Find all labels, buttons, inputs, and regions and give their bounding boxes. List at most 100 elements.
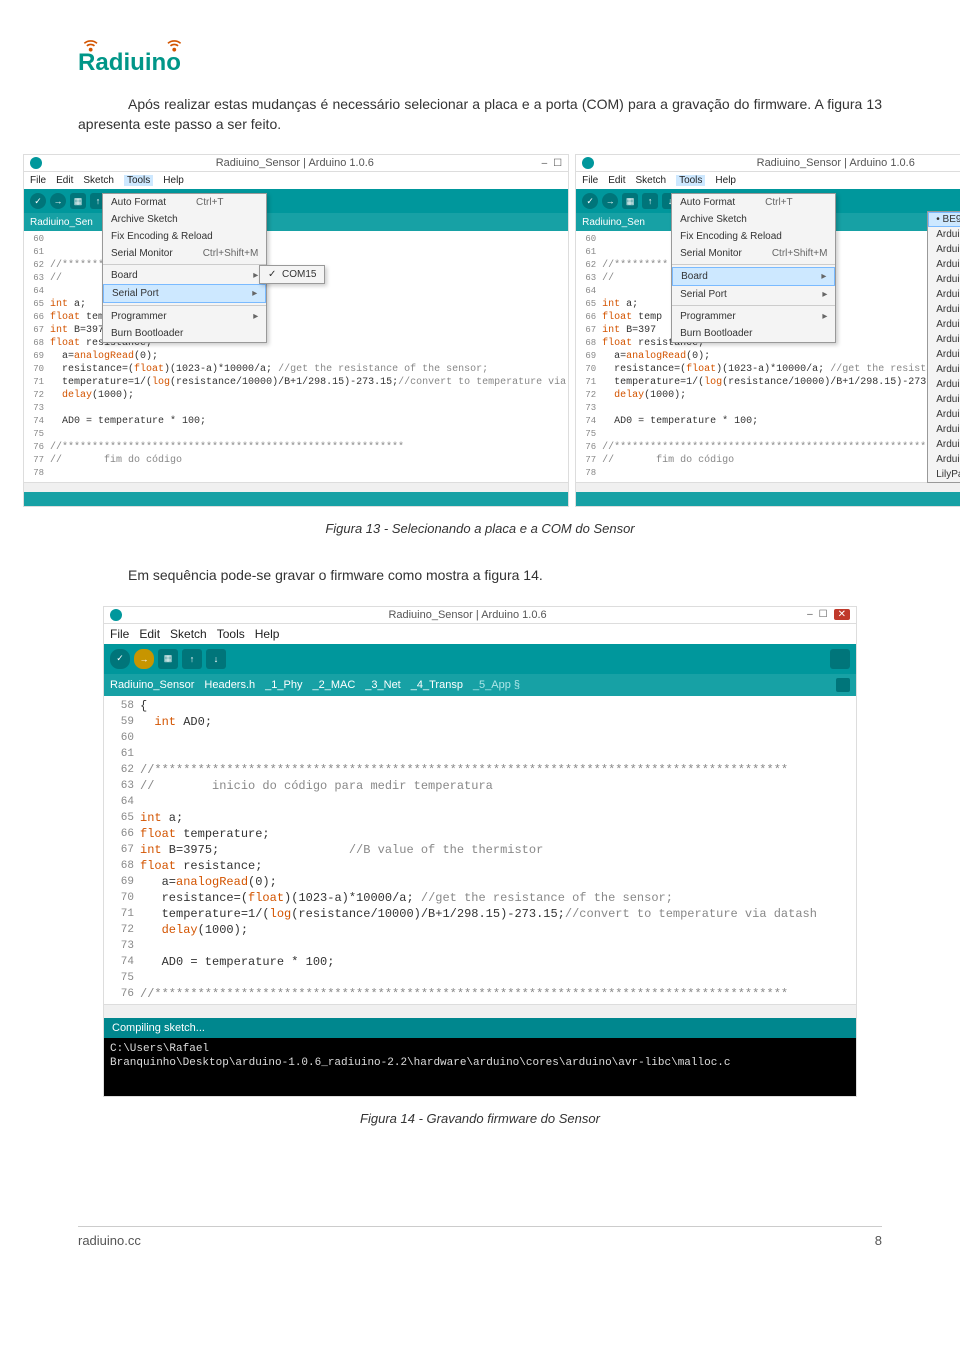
menu-serial[interactable]: Serial MonitorCtrl+Shift+M: [103, 245, 266, 262]
board-item[interactable]: Arduino Mini w/ ATmega328: [928, 377, 960, 392]
ide-right: Radiuino_Sensor | Arduino 1.0.6–☐✕ File …: [575, 154, 960, 507]
tab-headers[interactable]: Headers.h: [204, 679, 255, 691]
close-icon[interactable]: ✕: [834, 609, 850, 620]
menu-file[interactable]: File: [582, 175, 598, 186]
tab-main[interactable]: Radiuino_Sen: [30, 217, 93, 228]
console: C:\Users\RafaelBranquinho\Desktop\arduin…: [104, 1038, 856, 1096]
board-item[interactable]: Arduino Mega 2560 or Mega ADK: [928, 302, 960, 317]
verify-button[interactable]: ✓: [30, 193, 46, 209]
menu-board[interactable]: Board: [103, 267, 266, 284]
h-scrollbar[interactable]: [576, 482, 960, 492]
menu-tools[interactable]: Tools: [217, 627, 245, 641]
menu-archive[interactable]: Archive Sketch: [672, 211, 835, 228]
board-item[interactable]: Arduino Mega (ATmega1280): [928, 317, 960, 332]
com-submenu: ✓COM15: [259, 265, 325, 284]
h-scrollbar[interactable]: [24, 482, 568, 492]
board-item[interactable]: Arduino Mini w/ ATmega168: [928, 392, 960, 407]
tab-phy[interactable]: _1_Phy: [265, 679, 302, 691]
board-item[interactable]: Arduino Duemilanove w/ ATmega328: [928, 242, 960, 257]
footer-page: 8: [875, 1233, 882, 1248]
com-item[interactable]: ✓COM15: [260, 266, 324, 283]
board-item[interactable]: Arduino BT w/ ATmega168: [928, 452, 960, 467]
board-item[interactable]: Arduino BT w/ ATmega328: [928, 437, 960, 452]
paragraph-1: Após realizar estas mudanças é necessári…: [78, 95, 882, 134]
menubar: File Edit Sketch Tools Help: [576, 172, 960, 189]
board-item[interactable]: Arduino Nano w/ ATmega168: [928, 287, 960, 302]
menu-serial[interactable]: Serial MonitorCtrl+Shift+M: [672, 245, 835, 262]
serialmon-button[interactable]: [830, 649, 850, 669]
menu-archive[interactable]: Archive Sketch: [103, 211, 266, 228]
new-button[interactable]: ▦: [622, 193, 638, 209]
menu-board[interactable]: Board: [672, 267, 835, 286]
toolbar: ✓ → ▦ ↑ ↓: [104, 644, 856, 674]
menu-burn[interactable]: Burn Bootloader: [672, 325, 835, 342]
menu-serialport[interactable]: Serial Port: [672, 286, 835, 303]
menu-edit[interactable]: Edit: [139, 627, 160, 641]
figure-14: Radiuino_Sensor | Arduino 1.0.6–☐✕ File …: [103, 606, 857, 1097]
upload-button[interactable]: →: [602, 193, 618, 209]
upload-button[interactable]: →: [50, 193, 66, 209]
menu-help[interactable]: Help: [163, 175, 184, 186]
open-button[interactable]: ↑: [642, 193, 658, 209]
tab-dropdown-icon[interactable]: [836, 678, 850, 692]
menu-programmer[interactable]: Programmer: [103, 308, 266, 325]
menu-sketch[interactable]: Sketch: [83, 175, 114, 186]
figure-14-caption: Figura 14 - Gravando firmware do Sensor: [78, 1111, 882, 1126]
board-item[interactable]: Arduino Diecimila or Duemilanove w/ ATme…: [928, 257, 960, 272]
new-button[interactable]: ▦: [158, 649, 178, 669]
menu-fix[interactable]: Fix Encoding & Reload: [672, 228, 835, 245]
tab-mac[interactable]: _2_MAC: [312, 679, 355, 691]
menu-autoformat[interactable]: Auto FormatCtrl+T: [103, 194, 266, 211]
ide-left: Radiuino_Sensor | Arduino 1.0.6–☐ File E…: [23, 154, 569, 507]
minimize-icon[interactable]: –: [542, 158, 548, 169]
upload-button[interactable]: →: [134, 649, 154, 669]
menu-tools[interactable]: Tools: [676, 175, 705, 186]
board-item[interactable]: Arduino Esplora: [928, 347, 960, 362]
board-item[interactable]: Arduino Fio: [928, 422, 960, 437]
tabbar: Radiuino_Sensor Headers.h _1_Phy _2_MAC …: [104, 674, 856, 696]
menu-tools[interactable]: Tools: [124, 175, 153, 186]
board-item[interactable]: Arduino Micro: [928, 362, 960, 377]
menu-help[interactable]: Help: [715, 175, 736, 186]
save-button[interactable]: ↓: [206, 649, 226, 669]
paragraph-2: Em sequência pode-se gravar o firmware c…: [78, 566, 882, 586]
board-item[interactable]: Arduino Nano w/ ATmega328: [928, 272, 960, 287]
verify-button[interactable]: ✓: [582, 193, 598, 209]
menu-serialport[interactable]: Serial Port: [103, 284, 266, 303]
h-scrollbar[interactable]: [104, 1004, 856, 1018]
menu-sketch[interactable]: Sketch: [170, 627, 207, 641]
minimize-icon[interactable]: –: [807, 609, 813, 620]
code-area[interactable]: 58 59 60 61 62 63 64 65 66 67 68 69 70 7…: [104, 696, 856, 1004]
board-item[interactable]: LilyPad Arduino USB: [928, 467, 960, 482]
maximize-icon[interactable]: ☐: [819, 609, 828, 620]
window-title: Radiuino_Sensor | Arduino 1.0.6: [48, 157, 542, 169]
open-button[interactable]: ↑: [182, 649, 202, 669]
menu-sketch[interactable]: Sketch: [635, 175, 666, 186]
new-button[interactable]: ▦: [70, 193, 86, 209]
tools-dropdown: Auto FormatCtrl+T Archive Sketch Fix Enc…: [102, 193, 267, 343]
board-submenu: • BE900 (3.3V, 8 MHz) w/ ATmega328Arduin…: [927, 211, 960, 483]
board-item[interactable]: Arduino Uno: [928, 227, 960, 242]
board-item[interactable]: • BE900 (3.3V, 8 MHz) w/ ATmega328: [928, 212, 960, 227]
tab-net[interactable]: _3_Net: [365, 679, 400, 691]
menu-fix[interactable]: Fix Encoding & Reload: [103, 228, 266, 245]
menu-help[interactable]: Help: [255, 627, 280, 641]
tab-app[interactable]: _5_App §: [473, 679, 520, 691]
logo: Radiuino: [78, 35, 882, 80]
menu-programmer[interactable]: Programmer: [672, 308, 835, 325]
maximize-icon[interactable]: ☐: [553, 158, 562, 169]
menu-file[interactable]: File: [30, 175, 46, 186]
board-item[interactable]: Arduino Leonardo: [928, 332, 960, 347]
menu-burn[interactable]: Burn Bootloader: [103, 325, 266, 342]
menu-autoformat[interactable]: Auto FormatCtrl+T: [672, 194, 835, 211]
verify-button[interactable]: ✓: [110, 649, 130, 669]
menu-file[interactable]: File: [110, 627, 129, 641]
window-title: Radiuino_Sensor | Arduino 1.0.6: [600, 157, 960, 169]
menu-edit[interactable]: Edit: [56, 175, 73, 186]
app-icon: [110, 609, 122, 621]
tab-main[interactable]: Radiuino_Sensor: [110, 679, 194, 691]
tab-main[interactable]: Radiuino_Sen: [582, 217, 645, 228]
board-item[interactable]: Arduino Ethernet: [928, 407, 960, 422]
tab-transp[interactable]: _4_Transp: [411, 679, 463, 691]
menu-edit[interactable]: Edit: [608, 175, 625, 186]
